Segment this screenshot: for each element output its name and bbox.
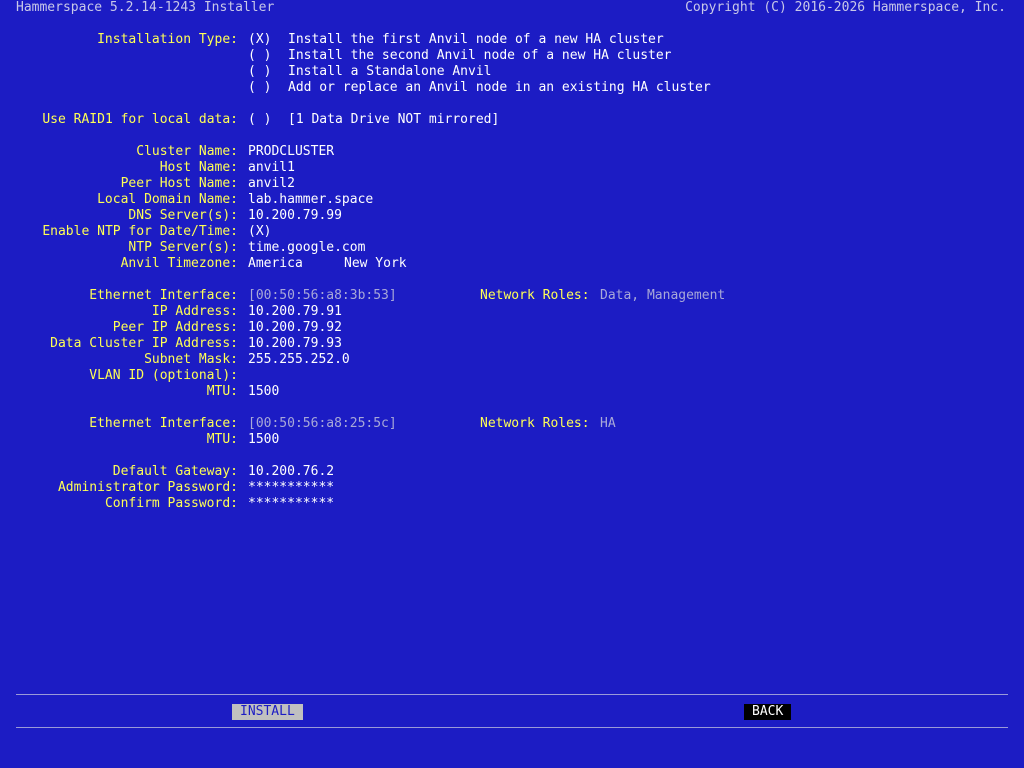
timezone-city-field[interactable]: New York (344, 256, 407, 272)
gateway-field[interactable]: 10.200.76.2 (248, 464, 334, 480)
eth1-dc-ip-label: Data Cluster IP Address: (50, 336, 238, 351)
ntp-enable-row: Enable NTP for Date/Time: (X) (0, 224, 1024, 240)
admin-password-row: Administrator Password: *********** (0, 480, 1024, 496)
footer-divider-bottom (16, 727, 1008, 728)
admin-password-field[interactable]: *********** (248, 480, 334, 496)
ntp-field[interactable]: time.google.com (248, 240, 365, 256)
install-type-option-first[interactable]: Install the first Anvil node of a new HA… (288, 32, 664, 48)
timezone-region-field[interactable]: America (248, 256, 303, 272)
install-type-radio-first[interactable]: (X) (248, 32, 271, 48)
domain-row: Local Domain Name: lab.hammer.space (0, 192, 1024, 208)
host-name-row: Host Name: anvil1 (0, 160, 1024, 176)
eth1-mtu-label: MTU: (206, 384, 238, 399)
eth2-iface-row: Ethernet Interface: [00:50:56:a8:25:5c] … (0, 416, 1024, 432)
eth1-iface-label: Ethernet Interface: (89, 288, 238, 303)
eth1-ip-label: IP Address: (151, 304, 238, 319)
eth2-roles-field[interactable]: HA (600, 416, 616, 432)
raid-row: Use RAID1 for local data: ( ) [1 Data Dr… (0, 112, 1024, 128)
install-type-option-replace[interactable]: Add or replace an Anvil node in an exist… (288, 80, 711, 96)
installer-title: Hammerspace 5.2.14-1243 Installer (16, 0, 275, 15)
ntp-row: NTP Server(s): time.google.com (0, 240, 1024, 256)
install-button[interactable]: INSTALL (232, 704, 303, 720)
admin-password-label: Administrator Password: (57, 480, 238, 495)
install-type-radio-standalone[interactable]: ( ) (248, 64, 271, 80)
eth1-roles-label: Network Roles: (480, 288, 590, 303)
host-name-field[interactable]: anvil1 (248, 160, 295, 176)
copyright-text: Copyright (C) 2016-2026 Hammerspace, Inc… (685, 0, 1006, 15)
eth1-ip-row: IP Address: 10.200.79.91 (0, 304, 1024, 320)
eth1-iface-field[interactable]: [00:50:56:a8:3b:53] (248, 288, 397, 304)
install-type-row-3: ( ) Install a Standalone Anvil (0, 64, 1024, 80)
title-bar: Hammerspace 5.2.14-1243 Installer Copyri… (0, 0, 1024, 16)
eth1-iface-row: Ethernet Interface: [00:50:56:a8:3b:53] … (0, 288, 1024, 304)
eth2-roles-label: Network Roles: (480, 416, 590, 431)
eth2-mtu-label: MTU: (206, 432, 238, 447)
confirm-password-label: Confirm Password: (104, 496, 238, 511)
eth1-mask-label: Subnet Mask: (144, 352, 238, 367)
timezone-label: Anvil Timezone: (120, 256, 238, 271)
eth2-mtu-row: MTU: 1500 (0, 432, 1024, 448)
cluster-name-field[interactable]: PRODCLUSTER (248, 144, 334, 160)
gateway-row: Default Gateway: 10.200.76.2 (0, 464, 1024, 480)
dns-label: DNS Server(s): (128, 208, 238, 223)
raid-checkbox[interactable]: ( ) (248, 112, 271, 128)
eth1-peer-ip-row: Peer IP Address: 10.200.79.92 (0, 320, 1024, 336)
install-type-label: Installation Type: (97, 32, 238, 47)
raid-note: [1 Data Drive NOT mirrored] (288, 112, 500, 127)
install-type-option-second[interactable]: Install the second Anvil node of a new H… (288, 48, 672, 64)
domain-field[interactable]: lab.hammer.space (248, 192, 373, 208)
install-type-radio-second[interactable]: ( ) (248, 48, 271, 64)
peer-host-row: Peer Host Name: anvil2 (0, 176, 1024, 192)
install-type-option-standalone[interactable]: Install a Standalone Anvil (288, 64, 492, 80)
back-button[interactable]: BACK (744, 704, 792, 720)
install-type-radio-replace[interactable]: ( ) (248, 80, 271, 96)
raid-label: Use RAID1 for local data: (42, 112, 238, 127)
cluster-name-row: Cluster Name: PRODCLUSTER (0, 144, 1024, 160)
install-type-row-1: Installation Type: (X) Install the first… (0, 32, 1024, 48)
confirm-password-row: Confirm Password: *********** (0, 496, 1024, 512)
eth2-iface-field[interactable]: [00:50:56:a8:25:5c] (248, 416, 397, 432)
eth1-mtu-field[interactable]: 1500 (248, 384, 279, 400)
footer-divider-top (16, 694, 1008, 695)
confirm-password-field[interactable]: *********** (248, 496, 334, 512)
eth1-ip-field[interactable]: 10.200.79.91 (248, 304, 342, 320)
eth1-mtu-row: MTU: 1500 (0, 384, 1024, 400)
eth1-peer-ip-field[interactable]: 10.200.79.92 (248, 320, 342, 336)
peer-host-field[interactable]: anvil2 (248, 176, 295, 192)
eth1-dc-ip-field[interactable]: 10.200.79.93 (248, 336, 342, 352)
eth1-roles-field[interactable]: Data, Management (600, 288, 725, 304)
eth1-vlan-row: VLAN ID (optional): (0, 368, 1024, 384)
eth1-dc-ip-row: Data Cluster IP Address: 10.200.79.93 (0, 336, 1024, 352)
peer-host-label: Peer Host Name: (120, 176, 238, 191)
ntp-label: NTP Server(s): (128, 240, 238, 255)
eth2-mtu-field[interactable]: 1500 (248, 432, 279, 448)
eth1-vlan-label: VLAN ID (optional): (89, 368, 238, 383)
install-type-row-4: ( ) Add or replace an Anvil node in an e… (0, 80, 1024, 96)
host-name-label: Host Name: (159, 160, 238, 175)
gateway-label: Default Gateway: (112, 464, 238, 479)
eth1-peer-ip-label: Peer IP Address: (112, 320, 238, 335)
dns-field[interactable]: 10.200.79.99 (248, 208, 342, 224)
cluster-name-label: Cluster Name: (136, 144, 238, 159)
eth1-mask-row: Subnet Mask: 255.255.252.0 (0, 352, 1024, 368)
ntp-enable-label: Enable NTP for Date/Time: (42, 224, 238, 239)
ntp-enable-checkbox[interactable]: (X) (248, 224, 271, 240)
timezone-row: Anvil Timezone: America New York (0, 256, 1024, 272)
dns-row: DNS Server(s): 10.200.79.99 (0, 208, 1024, 224)
eth1-mask-field[interactable]: 255.255.252.0 (248, 352, 350, 368)
eth2-iface-label: Ethernet Interface: (89, 416, 238, 431)
install-type-row-2: ( ) Install the second Anvil node of a n… (0, 48, 1024, 64)
domain-label: Local Domain Name: (97, 192, 238, 207)
